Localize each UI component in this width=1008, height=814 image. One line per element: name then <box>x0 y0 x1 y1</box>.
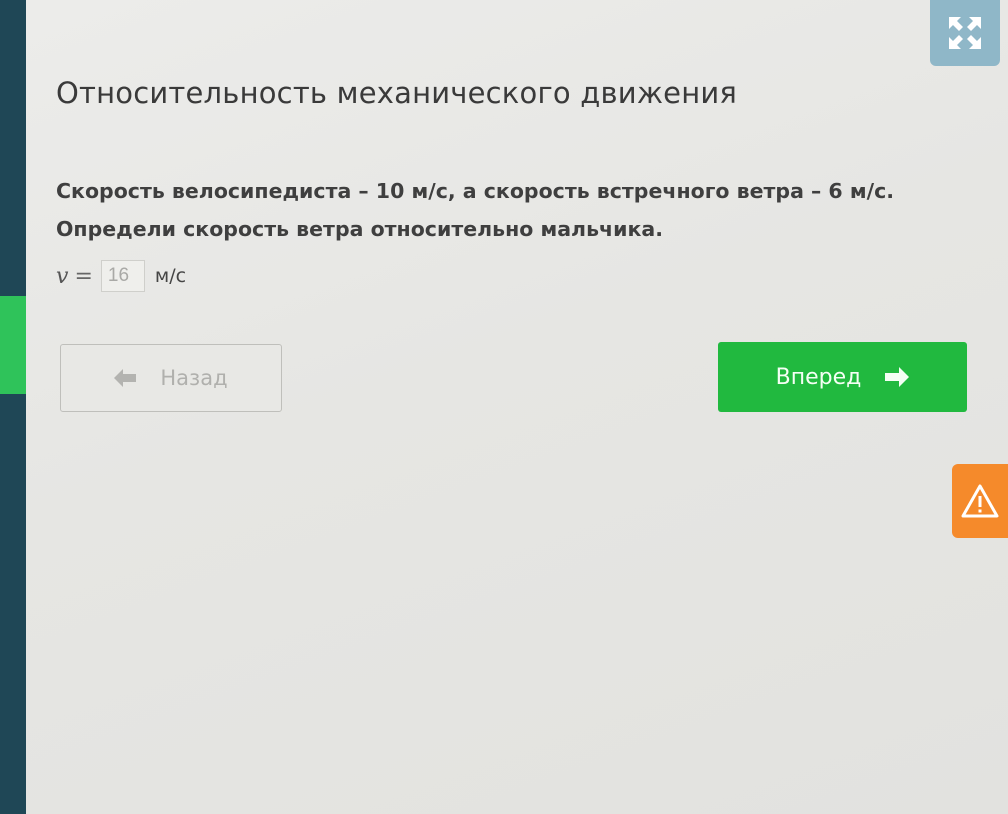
arrow-right-icon <box>885 367 910 387</box>
next-button-label: Вперед <box>775 364 862 390</box>
expand-icon <box>949 17 981 49</box>
next-button[interactable]: Вперед <box>718 342 967 412</box>
expand-button[interactable] <box>930 0 1000 66</box>
arrow-left-icon <box>114 369 137 387</box>
page-title: Относительность механического движения <box>56 76 738 110</box>
equals-sign: = <box>74 263 93 289</box>
warning-icon <box>961 484 999 518</box>
task-text: Скорость велосипедиста – 10 м/с, а скоро… <box>56 172 956 248</box>
task-line-2: Определи скорость ветра относительно мал… <box>56 217 664 241</box>
velocity-variable: v <box>56 263 69 289</box>
report-problem-button[interactable] <box>952 464 1008 538</box>
back-button[interactable]: Назад <box>60 344 282 412</box>
progress-accent <box>0 296 26 394</box>
back-button-label: Назад <box>160 366 228 390</box>
task-line-1: Скорость велосипедиста – 10 м/с, а скоро… <box>56 179 895 203</box>
answer-row: v = м/с <box>56 258 186 294</box>
answer-input[interactable] <box>100 260 145 292</box>
left-rail <box>0 0 26 814</box>
answer-unit: м/с <box>154 265 187 287</box>
